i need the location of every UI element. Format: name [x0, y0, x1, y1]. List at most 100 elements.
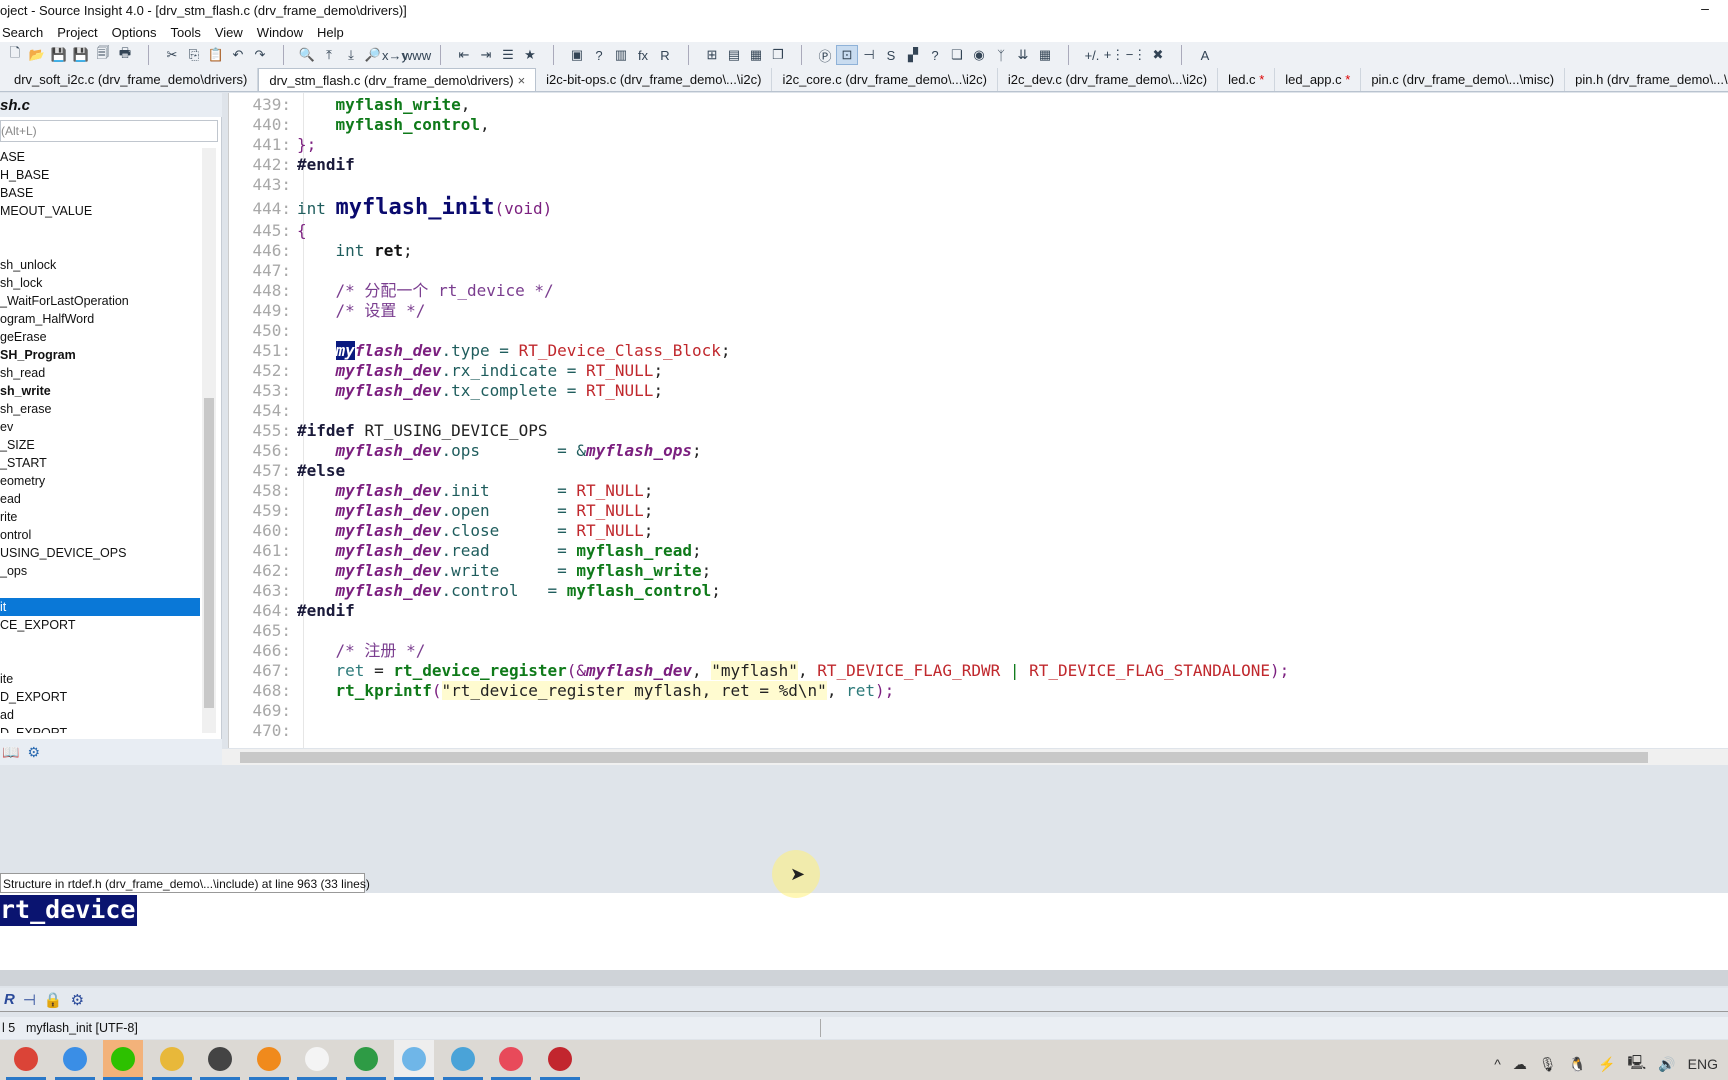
redo-icon[interactable]: ↷: [249, 45, 271, 65]
symbol-search-input[interactable]: (Alt+L): [0, 120, 218, 142]
taskbar-green-app[interactable]: [345, 1040, 386, 1080]
layout-4-icon[interactable]: ❐: [767, 45, 789, 65]
open-icon[interactable]: 📂: [26, 45, 48, 65]
taskbar-source-insight[interactable]: [394, 1040, 434, 1080]
tab-6[interactable]: led_app.c *: [1275, 68, 1362, 91]
menu-tools[interactable]: Tools: [170, 25, 200, 40]
scrollbar-thumb[interactable]: [204, 398, 214, 708]
gear-icon[interactable]: ⚙: [27, 744, 40, 761]
search-backward-icon[interactable]: ⤒: [318, 45, 340, 65]
taskbar-recorder[interactable]: [491, 1040, 531, 1080]
copy-icon[interactable]: ⎘: [183, 45, 205, 65]
taskbar-typora[interactable]: [297, 1040, 337, 1080]
horizontal-scrollbar[interactable]: [222, 749, 1728, 765]
menu-window[interactable]: Window: [257, 25, 303, 40]
symbol-icon[interactable]: S: [880, 45, 902, 65]
language-indicator[interactable]: ENG: [1688, 1056, 1718, 1072]
globe-icon[interactable]: ◉: [968, 45, 990, 65]
taskbar-search-app[interactable]: [54, 1040, 95, 1080]
tab-3[interactable]: i2c_core.c (drv_frame_demo\...\i2c): [772, 68, 998, 91]
symbol-item[interactable]: ead: [0, 490, 200, 508]
context-scrollbar[interactable]: [0, 970, 1728, 986]
symbol-item[interactable]: ontrol: [0, 526, 200, 544]
plus-minus-icon[interactable]: +/.: [1081, 45, 1103, 65]
tab-5[interactable]: led.c *: [1218, 68, 1276, 91]
p-icon-icon[interactable]: Ⓟ: [814, 45, 836, 65]
symbol-item[interactable]: [0, 220, 200, 238]
search-icon[interactable]: 🔍: [296, 45, 318, 65]
bird-icon[interactable]: ᛉ: [990, 45, 1012, 65]
menu-project[interactable]: Project: [57, 25, 97, 40]
search-files-icon[interactable]: 🔎: [362, 45, 384, 65]
symbol-item[interactable]: it: [0, 598, 200, 616]
outline-icon[interactable]: ☰: [497, 45, 519, 65]
symbol-list-scrollbar[interactable]: [202, 148, 216, 733]
symbol-item[interactable]: sh_lock: [0, 274, 200, 292]
symbol-item[interactable]: sh_unlock: [0, 256, 200, 274]
symbol-item[interactable]: sh_write: [0, 382, 200, 400]
symbol-item[interactable]: [0, 634, 200, 652]
print-icon[interactable]: 🖶: [114, 45, 136, 65]
symbol-item[interactable]: [0, 652, 200, 670]
taskbar-game-app[interactable]: [539, 1040, 580, 1080]
save-all-icon[interactable]: 🗐: [92, 45, 114, 65]
symbol-item[interactable]: D_EXPORT: [0, 724, 200, 733]
new-file-icon[interactable]: 🗋: [4, 45, 26, 65]
symbol-item[interactable]: USING_DEVICE_OPS: [0, 544, 200, 562]
menu-view[interactable]: View: [215, 25, 243, 40]
menu-search[interactable]: Search: [2, 25, 43, 40]
undo-icon[interactable]: ↶: [227, 45, 249, 65]
clip-icon[interactable]: ❏: [946, 45, 968, 65]
symbol-item[interactable]: eometry: [0, 472, 200, 490]
merge-icon[interactable]: ⇊: [1012, 45, 1034, 65]
symbol-item[interactable]: ad: [0, 706, 200, 724]
symbol-item[interactable]: H_BASE: [0, 166, 200, 184]
symbol-item[interactable]: CE_EXPORT: [0, 616, 200, 634]
symbol-item[interactable]: sh_erase: [0, 400, 200, 418]
library-icon[interactable]: ▥: [610, 45, 632, 65]
taskbar-wechat[interactable]: [103, 1040, 143, 1080]
symbol-item[interactable]: ite: [0, 670, 200, 688]
taskbar-file-explorer[interactable]: [151, 1040, 192, 1080]
symbol-item[interactable]: ASE: [0, 148, 200, 166]
function-up-icon[interactable]: fx: [632, 45, 654, 65]
lock-icon[interactable]: 🔒: [44, 991, 63, 1009]
cut-icon[interactable]: ✂: [161, 45, 183, 65]
network-icon[interactable]: 🖳: [1628, 1052, 1647, 1076]
paste-icon[interactable]: 📋: [205, 45, 227, 65]
save-icon[interactable]: 💾: [48, 45, 70, 65]
symbol-item[interactable]: D_EXPORT: [0, 688, 200, 706]
taskbar-anime-app[interactable]: [442, 1040, 483, 1080]
add-line-icon[interactable]: +⋮: [1103, 45, 1125, 65]
save-as-icon[interactable]: 💾: [70, 45, 92, 65]
tab-1[interactable]: drv_stm_flash.c (drv_frame_demo\drivers)…: [258, 68, 537, 91]
jump-forward-icon[interactable]: ⇥: [475, 45, 497, 65]
symbol-item[interactable]: [0, 238, 200, 256]
symbol-item[interactable]: sh_read: [0, 364, 200, 382]
symbol-item[interactable]: ogram_HalfWord: [0, 310, 200, 328]
menu-help[interactable]: Help: [317, 25, 344, 40]
grid-icon[interactable]: ▦: [1034, 45, 1056, 65]
microphone-icon[interactable]: 🎙: [1539, 1056, 1557, 1073]
power-icon[interactable]: ⚡: [1598, 1056, 1615, 1073]
tab-0[interactable]: drv_soft_i2c.c (drv_frame_demo\drivers): [4, 68, 259, 91]
help-icon[interactable]: ?: [924, 45, 946, 65]
gear-icon[interactable]: ⚙: [71, 991, 84, 1009]
relation-R-icon[interactable]: R: [654, 45, 676, 65]
relation-icon[interactable]: ⊣: [858, 45, 880, 65]
folders-icon[interactable]: ▞: [902, 45, 924, 65]
project-window-icon[interactable]: ▣: [566, 45, 588, 65]
close-tab-icon[interactable]: ×: [518, 73, 526, 88]
layout-1-icon[interactable]: ⊞: [701, 45, 723, 65]
remove-line-icon[interactable]: −⋮: [1125, 45, 1147, 65]
layout-2-icon[interactable]: ▤: [723, 45, 745, 65]
symbol-item[interactable]: BASE: [0, 184, 200, 202]
minimize-button[interactable]: –: [1690, 0, 1720, 20]
tab-4[interactable]: i2c_dev.c (drv_frame_demo\...\i2c): [998, 68, 1219, 91]
search-forward-icon[interactable]: ⤓: [340, 45, 362, 65]
symbol-item[interactable]: SH_Program: [0, 346, 200, 364]
font-icon[interactable]: A: [1194, 45, 1216, 65]
taskbar-magnifier[interactable]: [248, 1040, 289, 1080]
cloud-icon[interactable]: ☁: [1513, 1056, 1527, 1073]
bookmark-icon[interactable]: ★: [519, 45, 541, 65]
